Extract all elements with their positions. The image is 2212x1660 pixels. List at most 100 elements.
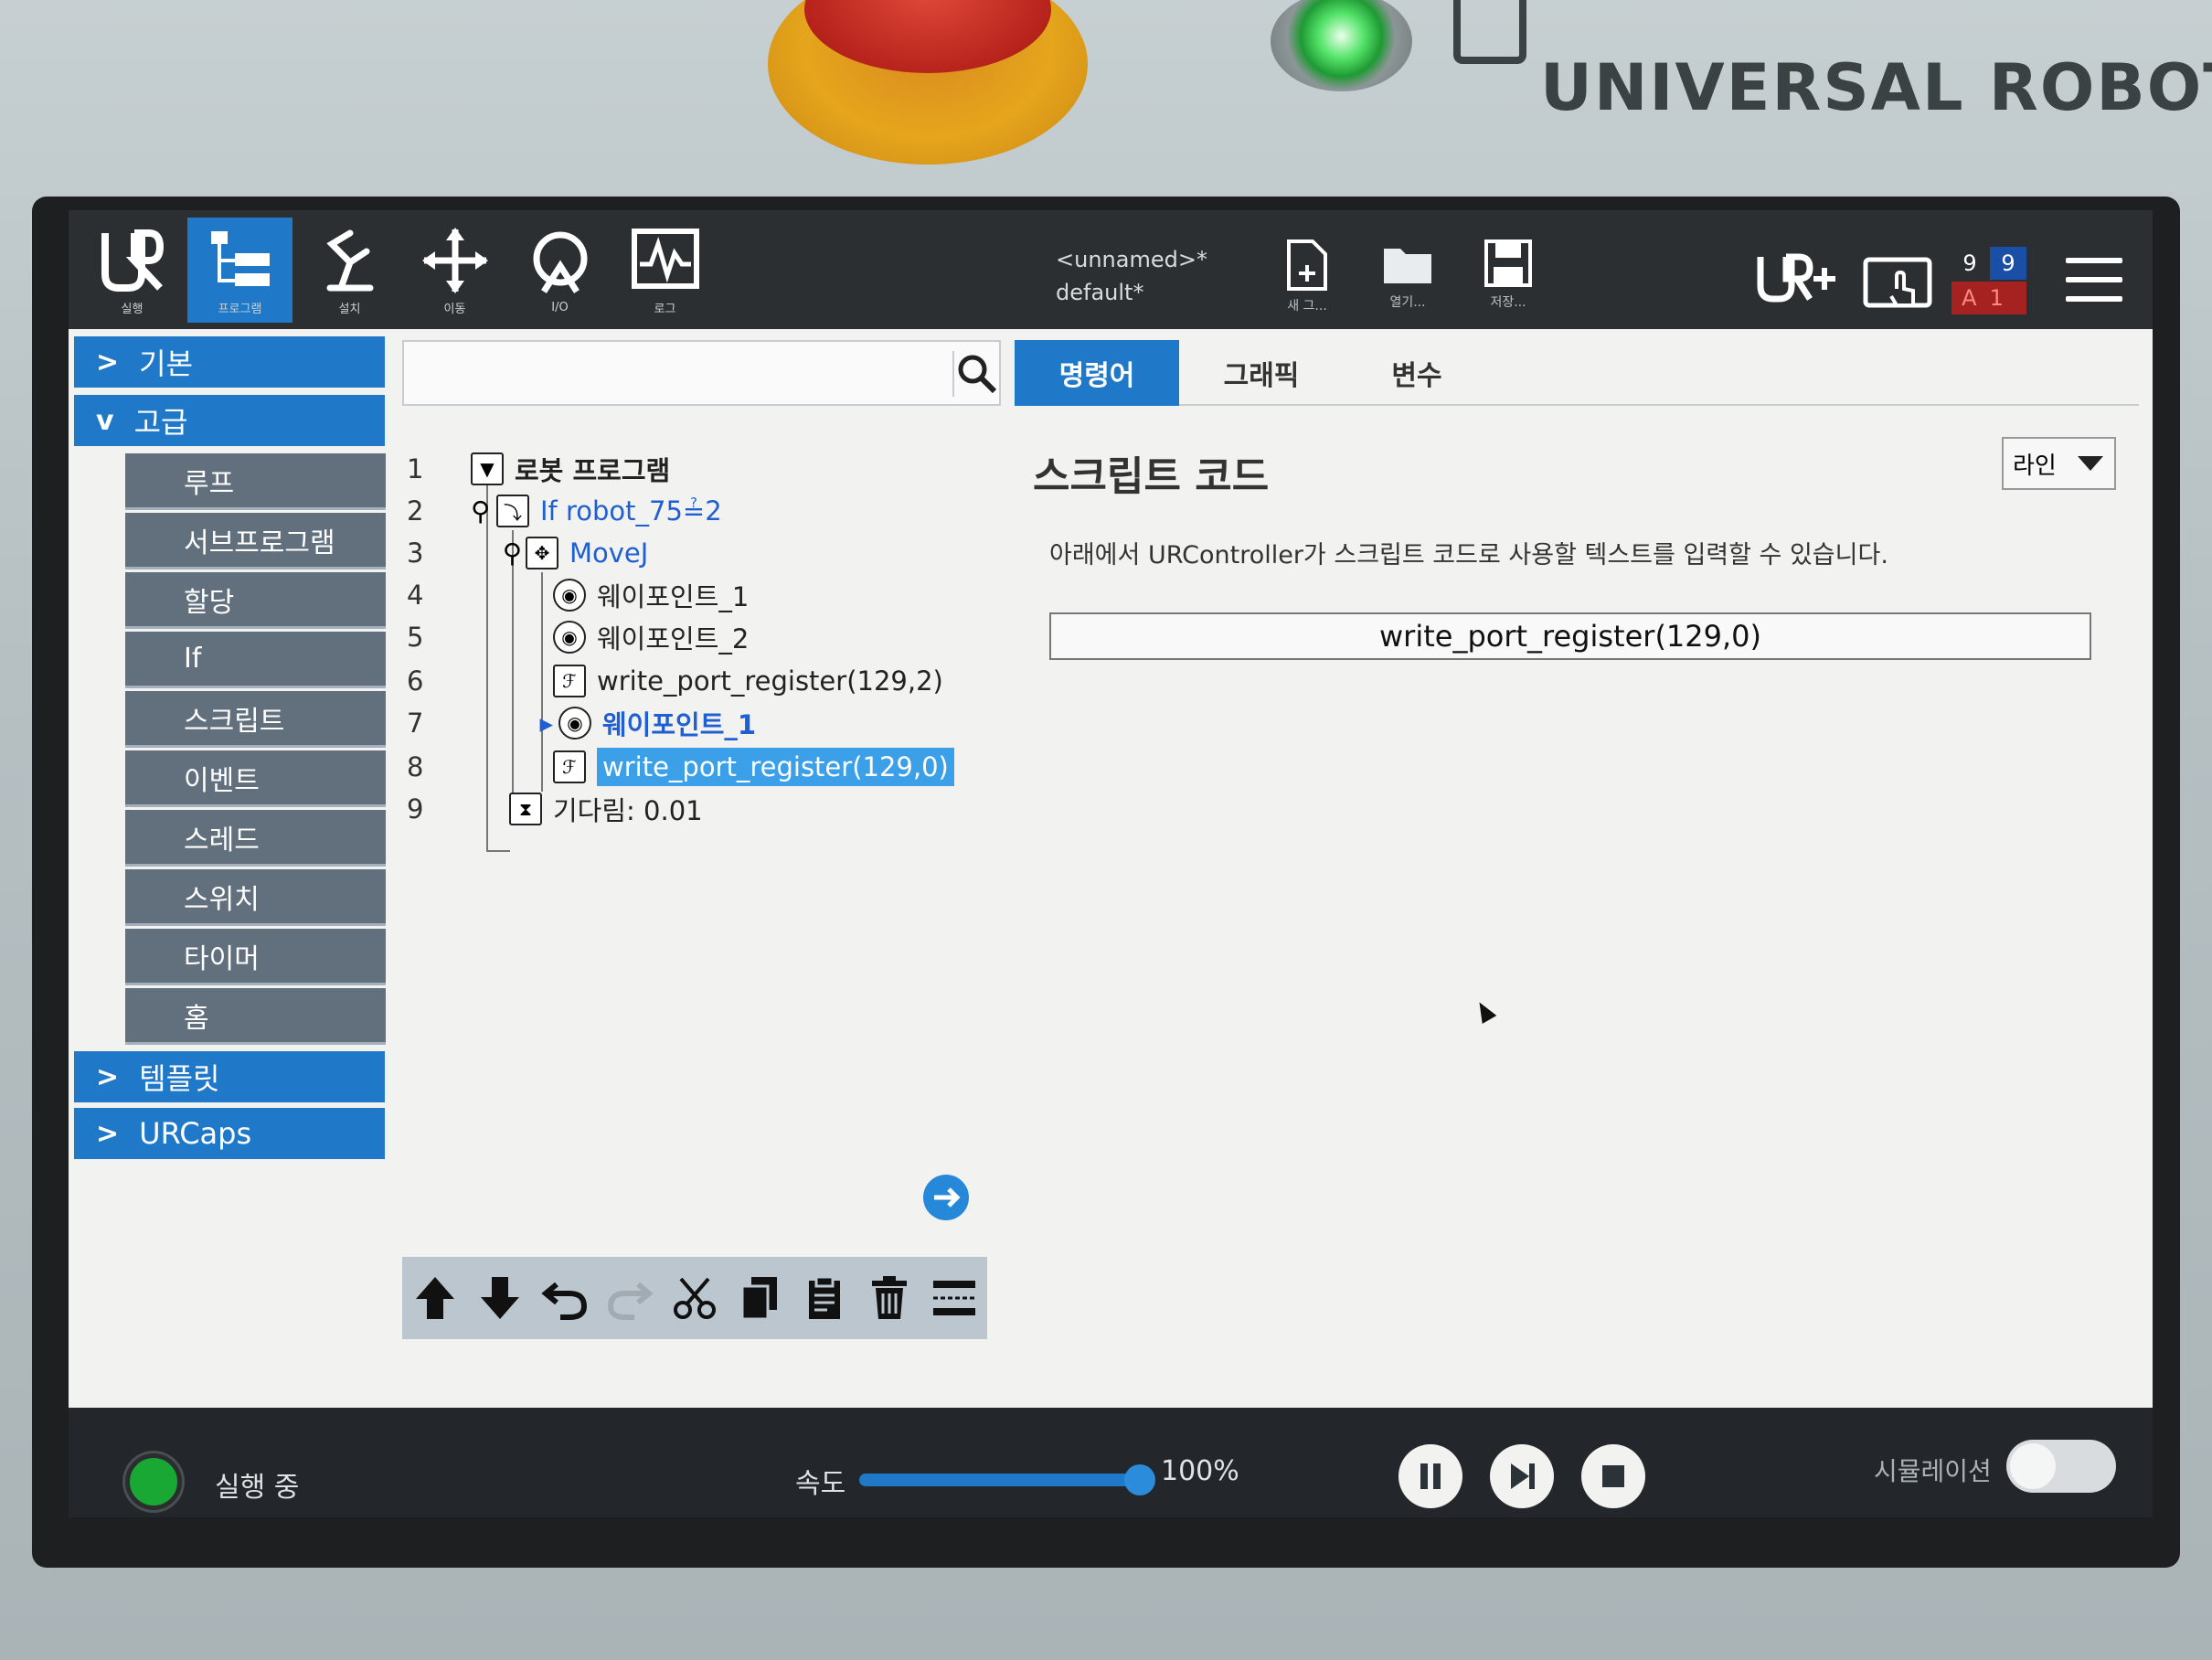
- program-tree-icon: [210, 231, 270, 286]
- node-connector-icon: ⚲: [471, 495, 491, 527]
- move-up-icon[interactable]: [410, 1273, 460, 1323]
- tree-row-if[interactable]: 2 ⚲ ⤵ If robot_75≟2: [402, 490, 987, 532]
- nav-log-caption: 로그: [654, 303, 676, 316]
- polyscope-screen: 실행 프로그램 설치 이동 I/O 로그 <unnamed>* default*…: [69, 210, 2153, 1517]
- palette-item-script[interactable]: 스크립트: [125, 691, 386, 748]
- move-down-icon[interactable]: [475, 1273, 525, 1323]
- palette-item-loop[interactable]: 루프: [125, 453, 386, 510]
- simulation-toggle[interactable]: [2006, 1440, 2116, 1493]
- new-file-button[interactable]: 새 그...: [1266, 238, 1348, 320]
- program-tree-panel: 1 ▼ 로봇 프로그램 2 ⚲ ⤵ If robot_75≟2 3 ⚲ ✥ Mo…: [402, 329, 1005, 1408]
- remote-control-button[interactable]: [1860, 249, 1938, 326]
- palette-item-switch[interactable]: 스위치: [125, 869, 386, 926]
- tree-row-number: 4: [407, 580, 424, 611]
- move-node-icon: ✥: [526, 537, 558, 569]
- nav-move[interactable]: 이동: [402, 218, 507, 323]
- waypoint-icon: ◉: [553, 579, 586, 612]
- tree-row-movej[interactable]: 3 ⚲ ✥ MoveJ: [402, 532, 987, 574]
- nav-installation-caption: 설치: [338, 303, 361, 316]
- palette-item-subprogram[interactable]: 서브프로그램: [125, 513, 386, 569]
- step-button[interactable]: [1490, 1444, 1554, 1508]
- tree-row-program[interactable]: 1 ▼ 로봇 프로그램: [402, 448, 987, 490]
- ur-logo-icon: [1453, 0, 1526, 64]
- if-node-icon: ⤵: [496, 495, 529, 527]
- chevron-right-icon: >: [96, 1060, 120, 1093]
- tree-row-label: 기다림: 0.01: [553, 795, 703, 826]
- palette-item-home[interactable]: 홈: [125, 988, 386, 1045]
- nav-run[interactable]: 실행: [80, 218, 185, 323]
- script-mode-select[interactable]: 라인: [2002, 437, 2116, 490]
- delete-trash-icon[interactable]: [865, 1273, 914, 1323]
- palette-item-if[interactable]: If: [125, 632, 386, 688]
- stop-icon: [1602, 1465, 1624, 1487]
- open-file-button[interactable]: 열기...: [1367, 238, 1449, 320]
- suppress-icon[interactable]: [930, 1273, 979, 1323]
- tab-command[interactable]: 명령어: [1015, 340, 1179, 406]
- paste-icon[interactable]: [800, 1273, 849, 1323]
- chevron-right-icon: >: [96, 346, 120, 378]
- move-arrows-icon: [421, 228, 488, 293]
- speed-slider-handle[interactable]: [1124, 1464, 1155, 1495]
- palette-item-event[interactable]: 이벤트: [125, 750, 386, 807]
- save-disk-icon: [1484, 239, 1532, 287]
- cut-icon[interactable]: [670, 1273, 719, 1323]
- palette-item-thread[interactable]: 스레드: [125, 810, 386, 867]
- mouse-pointer-icon: [1472, 997, 1497, 1025]
- speed-label: 속도: [795, 1468, 846, 1500]
- speed-value: 100%: [1161, 1455, 1239, 1487]
- tree-row-label: write_port_register(129,2): [597, 665, 943, 697]
- nav-run-caption: 실행: [121, 303, 144, 316]
- urplus-icon[interactable]: [1755, 251, 1837, 306]
- palette-item-timer[interactable]: 타이머: [125, 929, 386, 985]
- current-step-arrow-icon: ▸: [539, 708, 553, 739]
- tree-row-wait[interactable]: 9 ⧗ 기다림: 0.01: [402, 788, 987, 830]
- nav-installation[interactable]: 설치: [297, 218, 402, 323]
- script-mode-value: 라인: [2013, 452, 2057, 480]
- save-file-button[interactable]: 저장...: [1467, 238, 1549, 320]
- tree-row-script-1[interactable]: 6 ℱ write_port_register(129,2): [402, 660, 987, 702]
- tab-variables[interactable]: 변수: [1344, 340, 1490, 406]
- open-file-caption: 열기...: [1389, 295, 1426, 310]
- urplus-logo-icon: [1757, 253, 1835, 303]
- undo-icon[interactable]: [540, 1273, 590, 1323]
- palette-item-assignment[interactable]: 할당: [125, 572, 386, 629]
- top-bar: 실행 프로그램 설치 이동 I/O 로그 <unnamed>* default*…: [69, 210, 2153, 329]
- nav-program[interactable]: 프로그램: [187, 218, 292, 323]
- pause-button[interactable]: [1398, 1444, 1462, 1508]
- redo-icon[interactable]: [605, 1273, 654, 1323]
- stop-button[interactable]: [1581, 1444, 1645, 1508]
- expand-arrow-icon[interactable]: [923, 1175, 969, 1220]
- tree-row-label: MoveJ: [569, 537, 649, 569]
- run-status-label: 실행 중: [215, 1472, 300, 1504]
- speed-slider[interactable]: [859, 1474, 1143, 1486]
- pause-icon: [1420, 1463, 1441, 1489]
- collapse-triangle-icon[interactable]: ▼: [471, 452, 504, 485]
- palette-advanced[interactable]: v 고급: [74, 395, 385, 450]
- footer-bar: 실행 중 속도 100% 시뮬레이션: [69, 1408, 2153, 1517]
- tab-graphics[interactable]: 그래픽: [1179, 340, 1344, 406]
- hamburger-menu-icon[interactable]: [2066, 258, 2122, 303]
- tree-search-input[interactable]: [402, 340, 1001, 406]
- tree-row-number: 1: [407, 453, 424, 484]
- simulation-label: 시뮬레이션: [1874, 1456, 1992, 1486]
- running-status-icon: [125, 1453, 182, 1510]
- search-icon[interactable]: [952, 351, 998, 397]
- hourglass-icon: ⧗: [509, 793, 542, 825]
- tree-row-waypoint-1[interactable]: 4 ◉ 웨이포인트_1: [402, 574, 987, 616]
- program-file-name: <unnamed>*: [1056, 247, 1207, 272]
- copy-icon[interactable]: [735, 1273, 784, 1323]
- palette-urcaps[interactable]: > URCaps: [74, 1108, 385, 1163]
- palette-templates[interactable]: > 템플릿: [74, 1051, 385, 1106]
- tree-row-number: 9: [407, 793, 424, 825]
- io-status-counter: 9 9 A1: [1951, 247, 2029, 315]
- palette-basic[interactable]: > 기본: [74, 336, 385, 391]
- tree-row-waypoint-2[interactable]: 5 ◉ 웨이포인트_2: [402, 616, 987, 658]
- tree-row-waypoint-1b[interactable]: 7 ▸ ◉ 웨이포인트_1: [402, 702, 987, 744]
- io-icon: [533, 231, 587, 293]
- tree-row-script-2-selected[interactable]: 8 ℱ write_port_register(129,0): [402, 746, 987, 788]
- nav-log[interactable]: 로그: [612, 218, 718, 323]
- nav-io[interactable]: I/O: [507, 218, 612, 323]
- script-code-input[interactable]: write_port_register(129,0): [1049, 612, 2091, 660]
- node-detail-panel: 명령어 그래픽 변수 스크립트 코드 라인 아래에서 URController가…: [1015, 329, 2148, 1408]
- palette-basic-label: 기본: [139, 346, 194, 381]
